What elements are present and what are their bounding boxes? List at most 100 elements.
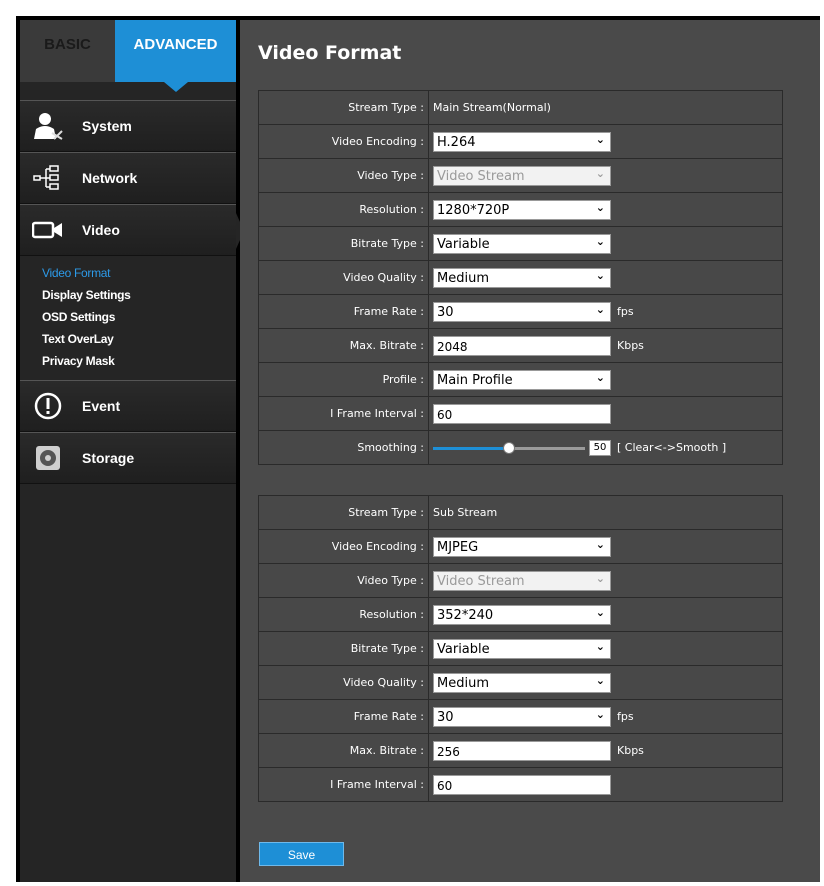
resolution-label: Resolution :: [258, 192, 429, 227]
chevron-down-icon: ⌄: [595, 370, 605, 384]
bitrate-type-select[interactable]: Variable ⌄: [433, 233, 611, 254]
chevron-down-icon: ⌄: [595, 605, 605, 619]
max-bitrate-unit: Kbps: [617, 744, 644, 757]
video-type-label: Video Type :: [258, 563, 429, 598]
sidebar-item-label: Network: [82, 170, 138, 186]
frame-rate-unit: fps: [617, 710, 634, 723]
tab-advanced[interactable]: ADVANCED: [115, 20, 236, 92]
submenu-display-settings[interactable]: Display Settings: [42, 284, 236, 306]
table-row: Video Type : Video Stream ⌄: [258, 158, 783, 193]
resolution-select[interactable]: 352*240 ⌄: [433, 604, 611, 625]
submenu-privacy-mask[interactable]: Privacy Mask: [42, 350, 236, 372]
table-row: I Frame Interval : 60: [258, 396, 783, 431]
sidebar-menu: System Network Video Video Format Displa…: [20, 100, 244, 484]
alert-icon: [32, 391, 64, 421]
max-bitrate-unit: Kbps: [617, 339, 644, 352]
sidebar-item-network[interactable]: Network: [20, 152, 236, 204]
submenu-text-overlay[interactable]: Text OverLay: [42, 328, 236, 350]
stream-type-label: Stream Type :: [258, 495, 429, 530]
select-value: 30: [437, 304, 454, 320]
select-value: 1280*720P: [437, 202, 510, 218]
select-value: 30: [437, 709, 454, 725]
chevron-down-icon: ⌄: [595, 571, 605, 585]
bitrate-type-label: Bitrate Type :: [258, 631, 429, 666]
table-row: Video Encoding : H.264 ⌄: [258, 124, 783, 159]
table-row: Video Type : Video Stream ⌄: [258, 563, 783, 598]
select-value: Video Stream: [437, 573, 525, 589]
video-quality-label: Video Quality :: [258, 260, 429, 295]
iframe-interval-label: I Frame Interval :: [258, 767, 429, 802]
iframe-interval-input[interactable]: 60: [433, 774, 611, 795]
sidebar-item-storage[interactable]: Storage: [20, 432, 236, 484]
max-bitrate-label: Max. Bitrate :: [258, 733, 429, 768]
chevron-down-icon: ⌄: [595, 673, 605, 687]
chevron-down-icon: ⌄: [595, 132, 605, 146]
bitrate-type-label: Bitrate Type :: [258, 226, 429, 261]
resolution-select[interactable]: 1280*720P ⌄: [433, 199, 611, 220]
video-quality-label: Video Quality :: [258, 665, 429, 700]
video-camera-icon: [31, 215, 64, 245]
smoothing-value: 50: [589, 439, 611, 456]
stream-type-value: Main Stream(Normal): [428, 90, 783, 125]
system-admin-icon: [32, 111, 64, 141]
table-row: I Frame Interval : 60: [258, 767, 783, 802]
video-encoding-select[interactable]: MJPEG ⌄: [433, 536, 611, 557]
max-bitrate-input[interactable]: 256: [433, 740, 611, 761]
smoothing-label: Smoothing :: [258, 430, 429, 465]
frame-rate-select[interactable]: 30 ⌄: [433, 706, 611, 727]
sub-stream-table: Stream Type : Sub Stream Video Encoding …: [258, 495, 783, 802]
video-encoding-label: Video Encoding :: [258, 124, 429, 159]
select-value: MJPEG: [437, 539, 479, 555]
submenu-osd-settings[interactable]: OSD Settings: [42, 306, 236, 328]
sidebar-item-label: System: [82, 118, 132, 134]
chevron-down-icon: ⌄: [595, 302, 605, 316]
iframe-interval-input[interactable]: 60: [433, 403, 611, 424]
table-row: Profile : Main Profile ⌄: [258, 362, 783, 397]
resolution-label: Resolution :: [258, 597, 429, 632]
sidebar-item-video[interactable]: Video: [20, 204, 244, 256]
profile-label: Profile :: [258, 362, 429, 397]
table-row: Frame Rate : 30 ⌄ fps: [258, 294, 783, 329]
table-row: Stream Type : Main Stream(Normal): [258, 90, 783, 125]
sidebar-item-label: Event: [82, 398, 121, 414]
select-value: H.264: [437, 134, 476, 150]
stream-type-label: Stream Type :: [258, 90, 429, 125]
submenu-video-format[interactable]: Video Format: [42, 262, 236, 284]
chevron-down-icon: ⌄: [595, 707, 605, 721]
mode-tabs: BASIC ADVANCED: [20, 20, 236, 92]
profile-select[interactable]: Main Profile ⌄: [433, 369, 611, 390]
table-row: Stream Type : Sub Stream: [258, 495, 783, 530]
smoothing-slider[interactable]: [433, 438, 585, 458]
table-row: Video Encoding : MJPEG ⌄: [258, 529, 783, 564]
slider-thumb[interactable]: [503, 441, 515, 454]
page-title: Video Format: [258, 42, 402, 64]
bitrate-type-select[interactable]: Variable ⌄: [433, 638, 611, 659]
sidebar: BASIC ADVANCED System Network Video Vide…: [20, 20, 244, 882]
table-row: Max. Bitrate : 256 Kbps: [258, 733, 783, 768]
smoothing-hint: [ Clear<->Smooth ]: [617, 441, 727, 454]
tab-basic[interactable]: BASIC: [20, 20, 115, 82]
video-submenu: Video Format Display Settings OSD Settin…: [20, 256, 236, 380]
frame-rate-select[interactable]: 30 ⌄: [433, 301, 611, 322]
sidebar-item-event[interactable]: Event: [20, 380, 236, 432]
video-encoding-select[interactable]: H.264 ⌄: [433, 131, 611, 152]
max-bitrate-label: Max. Bitrate :: [258, 328, 429, 363]
content-panel: Video Format Stream Type : Main Stream(N…: [240, 20, 820, 882]
slider-fill: [433, 446, 509, 450]
table-row: Resolution : 352*240 ⌄: [258, 597, 783, 632]
save-button[interactable]: Save: [259, 842, 344, 866]
chevron-down-icon: ⌄: [595, 268, 605, 282]
frame-rate-unit: fps: [617, 305, 634, 318]
table-row: Bitrate Type : Variable ⌄: [258, 226, 783, 261]
sidebar-item-label: Video: [82, 222, 120, 238]
video-type-select: Video Stream ⌄: [433, 165, 611, 186]
video-encoding-label: Video Encoding :: [258, 529, 429, 564]
sidebar-item-system[interactable]: System: [20, 100, 236, 152]
network-icon: [32, 163, 64, 193]
table-row: Frame Rate : 30 ⌄ fps: [258, 699, 783, 734]
video-quality-select[interactable]: Medium ⌄: [433, 672, 611, 693]
select-value: Main Profile: [437, 372, 513, 388]
video-quality-select[interactable]: Medium ⌄: [433, 267, 611, 288]
table-row: Video Quality : Medium ⌄: [258, 260, 783, 295]
max-bitrate-input[interactable]: 2048: [433, 335, 611, 356]
